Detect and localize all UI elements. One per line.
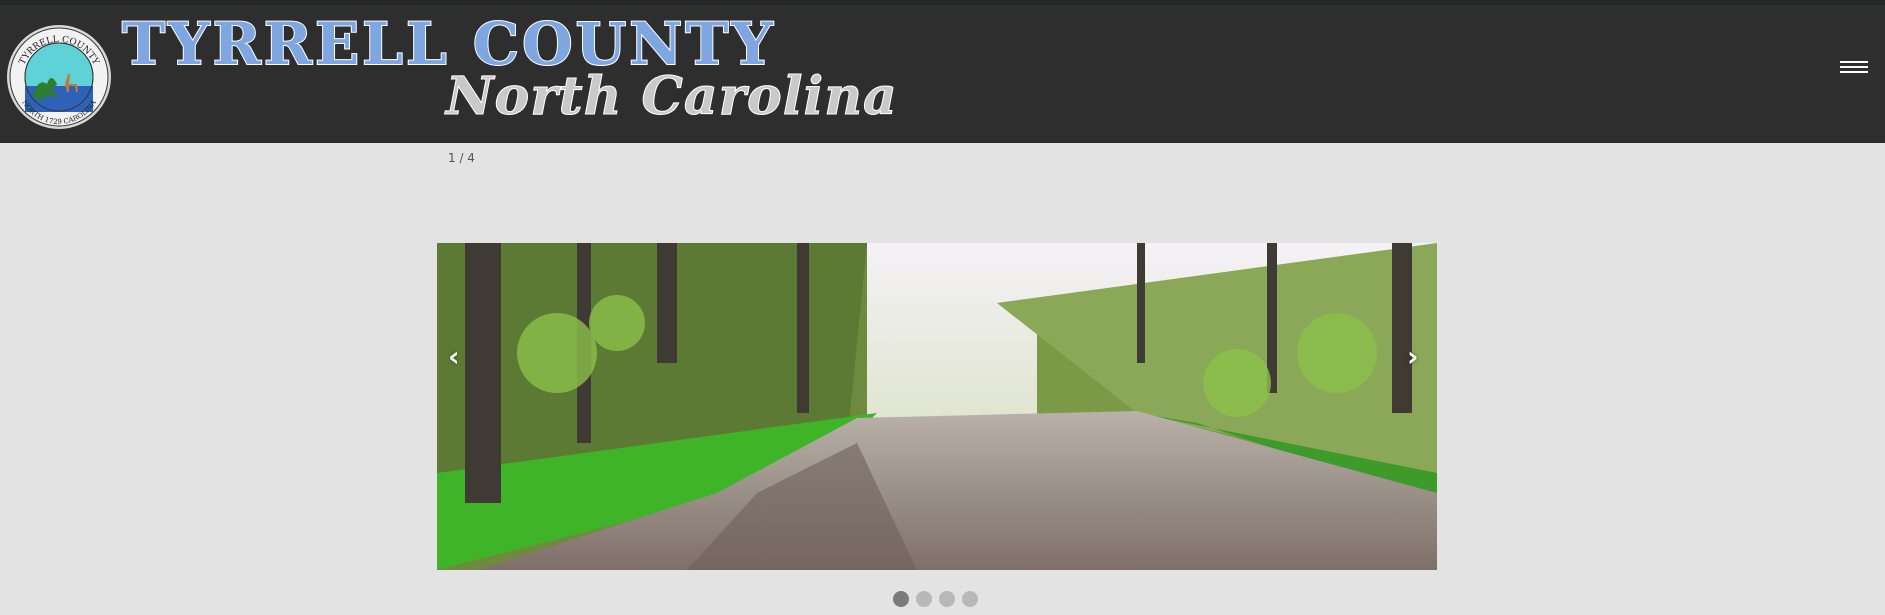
slide-dots [893, 591, 978, 607]
slide-dot-2[interactable] [916, 591, 932, 607]
hamburger-menu-icon[interactable] [1840, 61, 1868, 81]
slide-dot-3[interactable] [939, 591, 955, 607]
forest-road-photo [437, 243, 1437, 570]
menu-bar [1840, 66, 1868, 68]
slide-next-button[interactable]: › [1407, 343, 1419, 371]
slideshow-image [437, 243, 1437, 570]
slide-prev-button[interactable]: ‹ [448, 343, 460, 371]
site-subtitle: North Carolina [446, 66, 898, 127]
slide-dot-4[interactable] [962, 591, 978, 607]
site-title: TYRRELL COUNTY [121, 10, 776, 78]
slide-counter: 1 / 4 [448, 151, 475, 165]
site-header: TYRRELL COUNTY NORTH 1729 CAROLINA TYRRE… [0, 5, 1885, 143]
menu-bar [1840, 61, 1868, 63]
menu-bar [1840, 71, 1868, 73]
slide-dot-1[interactable] [893, 591, 909, 607]
county-seal-logo[interactable]: TYRRELL COUNTY NORTH 1729 CAROLINA [3, 24, 115, 130]
